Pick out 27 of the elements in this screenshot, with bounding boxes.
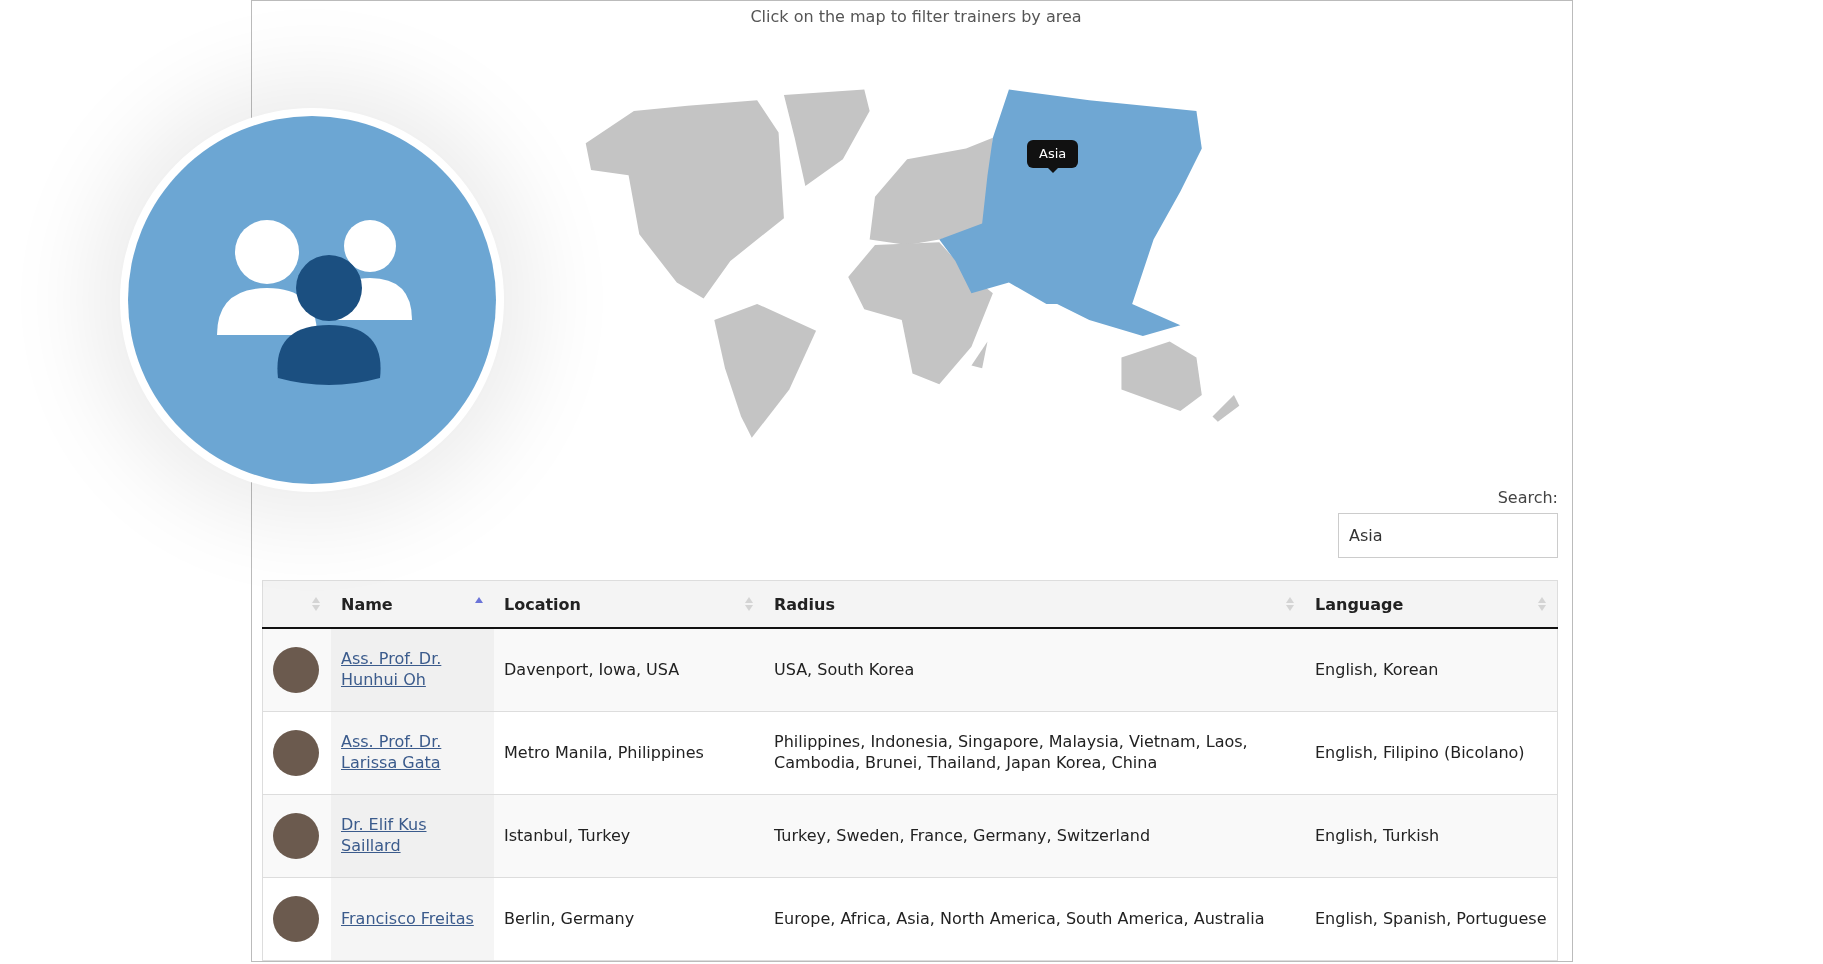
location-text: Davenport, Iowa, USA [504,659,680,679]
radius-text: Europe, Africa, Asia, North America, South America, Australia [774,908,1265,928]
avatar-photo-placeholder [273,647,319,693]
language-text: English, Spanish, Portuguese [1315,908,1547,928]
column-header[interactable]: Location [494,580,764,628]
tooltip-pointer-icon [1047,168,1058,173]
location-text: Metro Manila, Philippines [504,742,704,762]
column-header[interactable]: Name [331,580,494,628]
search-label: Search: [1497,488,1558,507]
avatar-photo-placeholder [273,730,319,776]
map-caption: Click on the map to filter trainers by area [749,7,1083,26]
continent-shape[interactable] [939,89,1202,337]
map-tooltip: Asia [1027,140,1079,173]
location-text: Berlin, Germany [504,908,635,928]
language-text: English, Korean [1315,659,1439,679]
location-text: Istanbul, Turkey [504,825,631,845]
language-text: English, Turkish [1315,825,1440,845]
radius-text: USA, South Korea [774,659,915,679]
search-field[interactable]: Asia [1338,513,1558,558]
column-header[interactable] [262,580,331,628]
avatar-photo-placeholder [273,813,319,859]
language-text: English, Filipino (Bicolano) [1315,742,1525,762]
column-header[interactable]: Radius [764,580,1305,628]
radius-text: Turkey, Sweden, France, Germany, Switzerland [774,825,1151,845]
avatar-photo-placeholder [273,896,319,942]
column-header[interactable]: Language [1305,580,1558,628]
radius-text: Philippines, Indonesia, Singapore, Malaysia, Vietnam, Laos, Cambodia, Brunei, Thailand, Japan Korea, China [774,732,1248,772]
